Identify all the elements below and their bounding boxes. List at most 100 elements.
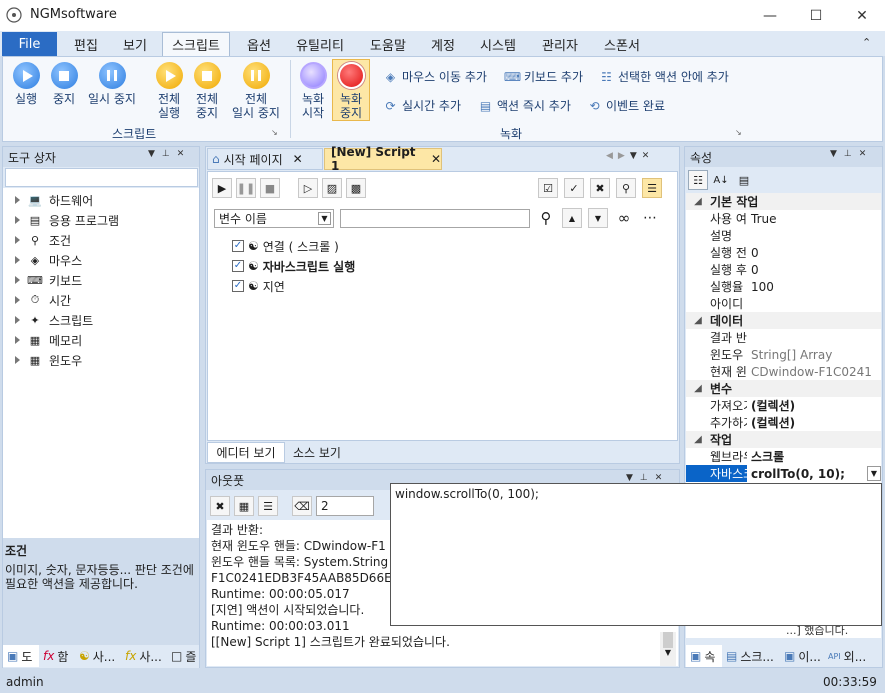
step-icon[interactable]: ▷ [298,178,318,198]
record-stop-button[interactable]: 녹화 중지 [334,62,368,120]
expand-arrow-icon[interactable] [15,276,20,284]
save-log-icon[interactable]: ▦ [234,496,254,516]
move-up-icon[interactable]: ▲ [562,208,582,228]
stop-all-button[interactable]: 전체 중지 [190,62,224,120]
tab-properties[interactable]: ▣ 속 [686,645,722,667]
checkbox-icon[interactable]: ✓ [232,280,244,292]
toolbox-item[interactable]: ⌨ 키보드 [3,270,199,290]
collapse-icon[interactable]: ◢ [686,315,710,326]
minimize-button[interactable]: — [747,0,793,31]
file-menu[interactable]: File [2,32,57,56]
property-row[interactable]: 실행율 100 [686,278,881,295]
eraser-icon[interactable]: ⌫ [292,496,312,516]
tab-functions[interactable]: fx 함 [39,645,75,667]
property-row[interactable]: 실행 전 지 0 [686,244,881,261]
categorized-icon[interactable]: ☷ [688,170,708,190]
list-icon[interactable]: ☰ [258,496,278,516]
tab-users[interactable]: ☯ 사... [75,645,121,667]
menu-tab-view[interactable]: 보기 [112,32,158,56]
property-row[interactable]: 자바스크립 crollTo(0, 10); ▼ [686,465,881,482]
property-row[interactable]: 실행 후 지 0 [686,261,881,278]
run-selected-icon[interactable]: ▨ [322,178,342,198]
pause-all-button[interactable]: 전체 일시 중지 [228,62,284,120]
property-row[interactable]: 가져오기 (컬렉션) [686,397,881,414]
toolbox-item[interactable]: ⏱ 시간 [3,290,199,310]
chevron-down-icon[interactable]: ▼ [867,466,881,481]
property-row[interactable]: 아이디 [686,295,881,312]
menu-tab-help[interactable]: 도움말 [360,32,416,56]
play-icon[interactable]: ▶ [212,178,232,198]
tab-images[interactable]: ▣ 이... [780,645,824,667]
collapse-icon[interactable]: ◢ [686,196,710,207]
expand-arrow-icon[interactable] [15,236,20,244]
collapse-icon[interactable]: ◢ [686,383,710,394]
tree-view-icon[interactable]: ☰ [642,178,662,198]
event-done-button[interactable]: ⟲ 이벤트 완료 [587,97,665,114]
expand-arrow-icon[interactable] [15,316,20,324]
log-level-input[interactable]: 2 [316,496,374,516]
sort-az-icon[interactable]: A↓ [711,170,731,190]
close-icon[interactable]: ✕ [431,152,441,166]
run-from-icon[interactable]: ▩ [346,178,366,198]
tab-toolbox[interactable]: ▣ 도 [3,645,39,667]
close-window-button[interactable]: ✕ [839,0,885,31]
toolbox-item[interactable]: ⚲ 조건 [3,230,199,250]
property-row[interactable]: 결과 반환 [686,329,881,346]
action-item[interactable]: ✓ ☯ 지연 [232,276,355,296]
more-icon[interactable]: ⋯ [640,208,660,228]
pause-icon[interactable]: ❚❚ [236,178,256,198]
variable-select[interactable]: 변수 이름 ▼ [214,209,334,228]
expand-arrow-icon[interactable] [15,356,20,364]
tab-scripts[interactable]: ▤ 스크... [722,645,780,667]
menu-tab-script[interactable]: 스크립트 [162,32,230,56]
add-keyboard-button[interactable]: ⌨ 키보드 추가 [504,68,583,85]
stop-button[interactable]: 중지 [48,62,80,106]
checkbox-icon[interactable]: ✓ [232,260,244,272]
property-category[interactable]: ◢ 변수 [686,380,881,397]
toolbox-item[interactable]: ◈ 마우스 [3,250,199,270]
delete-icon[interactable]: ✖ [590,178,610,198]
expand-arrow-icon[interactable] [15,216,20,224]
tab-source-view[interactable]: 소스 보기 [285,442,349,463]
clear-icon[interactable]: ✖ [210,496,230,516]
stop-icon[interactable]: ■ [260,178,280,198]
run-button[interactable]: 실행 [8,62,44,106]
ribbon-collapse-icon[interactable]: ⌃ [862,36,871,49]
maximize-button[interactable]: ☐ [793,0,839,31]
expand-arrow-icon[interactable] [15,296,20,304]
check-all-icon[interactable]: ☑ [538,178,558,198]
menu-tab-utility[interactable]: 유틸리티 [288,32,352,56]
add-realtime-button[interactable]: ⟳ 실시간 추가 [383,97,461,114]
tab-external[interactable]: API 외... [824,645,874,667]
menu-tab-account[interactable]: 계정 [422,32,464,56]
tab-nav-controls[interactable]: ◀▶▼✕ [606,151,654,161]
toolbox-item[interactable]: ✦ 스크립트 [3,310,199,330]
toolbox-item[interactable]: 💻 하드웨어 [3,190,199,210]
menu-tab-system[interactable]: 시스템 [472,32,524,56]
record-start-button[interactable]: 녹화 시작 [296,62,330,120]
pause-button[interactable]: 일시 중지 [84,62,140,106]
menu-tab-sponsor[interactable]: 스폰서 [596,32,648,56]
add-in-selected-button[interactable]: ☷ 선택한 액션 안에 추가 [599,68,729,85]
infinity-icon[interactable]: ∞ [614,208,634,228]
tab-start-page[interactable]: ⌂ 시작 페이지 ✕ [207,148,323,170]
expand-arrow-icon[interactable] [15,196,20,204]
property-row[interactable]: 웹브라우저 스크롤 [686,448,881,465]
output-scrollbar[interactable]: ▼ [660,632,676,666]
menu-tab-edit[interactable]: 편집 [60,32,112,56]
property-category[interactable]: ◢ 기본 작업 [686,193,881,210]
close-icon[interactable]: ✕ [293,152,303,166]
property-row[interactable]: 현재 윈도 CDwindow-F1C0241 [686,363,881,380]
action-item[interactable]: ✓ ☯ 자바스크립트 실행 [232,256,355,276]
checkbox-icon[interactable]: ✓ [232,240,244,252]
panel-controls[interactable]: ▼⊥✕ [148,149,191,159]
property-row[interactable]: 사용 여부 True [686,210,881,227]
expand-arrow-icon[interactable] [15,336,20,344]
property-category[interactable]: ◢ 데이터 [686,312,881,329]
group-expand-icon[interactable]: ↘ [735,128,742,137]
scrollbar-thumb[interactable] [663,632,673,648]
chevron-down-icon[interactable]: ▼ [660,648,676,657]
tab-editor-view[interactable]: 에디터 보기 [207,442,285,463]
menu-tab-admin[interactable]: 관리자 [532,32,588,56]
property-category[interactable]: ◢ 작업 [686,431,881,448]
